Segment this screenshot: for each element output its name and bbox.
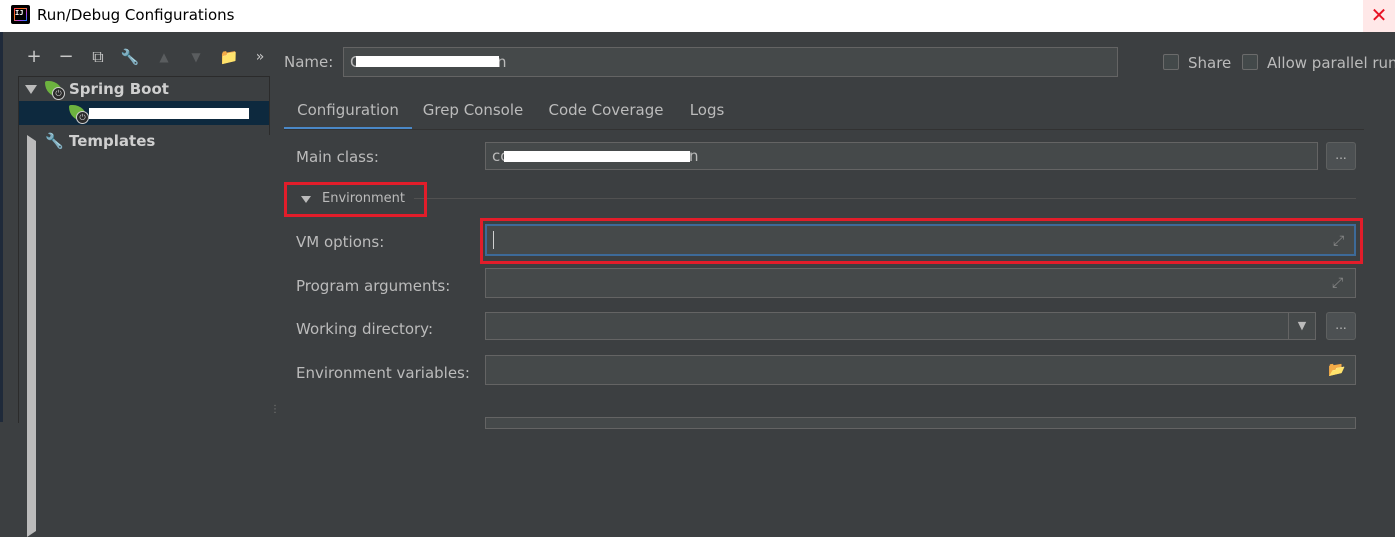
program-arguments-field[interactable]: ⤢: [485, 268, 1356, 298]
move-down-icon[interactable]: ▼: [184, 46, 208, 70]
intellij-idea-icon: IJ: [11, 5, 30, 24]
share-label: Share: [1188, 54, 1232, 72]
redaction-bar: [356, 56, 499, 67]
next-field-partial[interactable]: [485, 417, 1356, 429]
tab-code-coverage[interactable]: Code Coverage: [546, 94, 666, 130]
add-icon[interactable]: +: [22, 46, 46, 70]
tab-configuration[interactable]: Configuration: [284, 94, 412, 130]
configurations-sidebar: + − ⧉ 🔧 ▲ ▼ 📁 » ⏻ Spring Boot ⏻ 🔧 Templa…: [0, 32, 1153, 537]
title-bar: IJ Run/Debug Configurations ✕: [0, 0, 1395, 32]
share-checkbox[interactable]: [1163, 54, 1179, 70]
main-class-field[interactable]: co n: [485, 142, 1318, 170]
configuration-tree: ⏻ Spring Boot ⏻ 🔧 Templates: [18, 76, 1153, 537]
dropdown-icon[interactable]: ▼: [1288, 313, 1315, 339]
tree-item-application-selected[interactable]: ⏻: [19, 101, 269, 125]
folder-icon[interactable]: 📂: [1328, 356, 1345, 384]
move-up-icon[interactable]: ▲: [152, 46, 176, 70]
main-class-label: Main class:: [296, 148, 379, 166]
wrench-icon: 🔧: [45, 132, 64, 150]
wrench-icon[interactable]: 🔧: [118, 46, 142, 70]
environment-variables-label: Environment variables:: [296, 364, 470, 382]
tree-item-templates[interactable]: 🔧 Templates: [19, 129, 1153, 537]
tab-grep-console[interactable]: Grep Console: [418, 94, 528, 130]
browse-main-class-button[interactable]: ...: [1326, 142, 1356, 170]
configuration-editor: Name: C n Share Allow parallel run Confi…: [278, 32, 1395, 429]
tab-logs[interactable]: Logs: [684, 94, 730, 130]
name-field[interactable]: C n: [343, 47, 1118, 77]
expand-icon[interactable]: ⤢: [1332, 269, 1343, 297]
program-arguments-label: Program arguments:: [296, 277, 451, 295]
name-label: Name:: [284, 53, 334, 71]
close-icon[interactable]: ✕: [1363, 0, 1395, 32]
vm-options-highlight-box: [480, 218, 1363, 264]
browse-working-directory-button[interactable]: ...: [1326, 312, 1356, 340]
tree-item-spring-boot[interactable]: ⏻ Spring Boot: [19, 77, 269, 101]
environment-highlight-box: [284, 182, 427, 217]
expand-down-icon[interactable]: [25, 85, 37, 94]
remove-icon[interactable]: −: [54, 46, 78, 70]
working-directory-label: Working directory:: [296, 320, 434, 338]
window-title: Run/Debug Configurations: [37, 6, 235, 24]
copy-icon[interactable]: ⧉: [86, 46, 110, 70]
allow-parallel-run-label: Allow parallel run: [1267, 54, 1395, 72]
allow-parallel-run-checkbox[interactable]: [1242, 54, 1258, 70]
folder-add-icon[interactable]: 📁: [217, 46, 241, 70]
redaction-bar: [89, 108, 249, 119]
environment-variables-field[interactable]: 📂: [485, 355, 1356, 385]
configuration-form: Main class: co n ... Environment VM opti…: [284, 130, 1364, 429]
more-icon[interactable]: »: [248, 46, 272, 70]
working-directory-field[interactable]: ▼: [485, 312, 1316, 340]
tree-item-label: Templates: [69, 132, 156, 150]
redaction-bar: [504, 151, 690, 162]
vm-options-label: VM options:: [296, 233, 385, 251]
tree-item-label: Spring Boot: [69, 80, 169, 98]
